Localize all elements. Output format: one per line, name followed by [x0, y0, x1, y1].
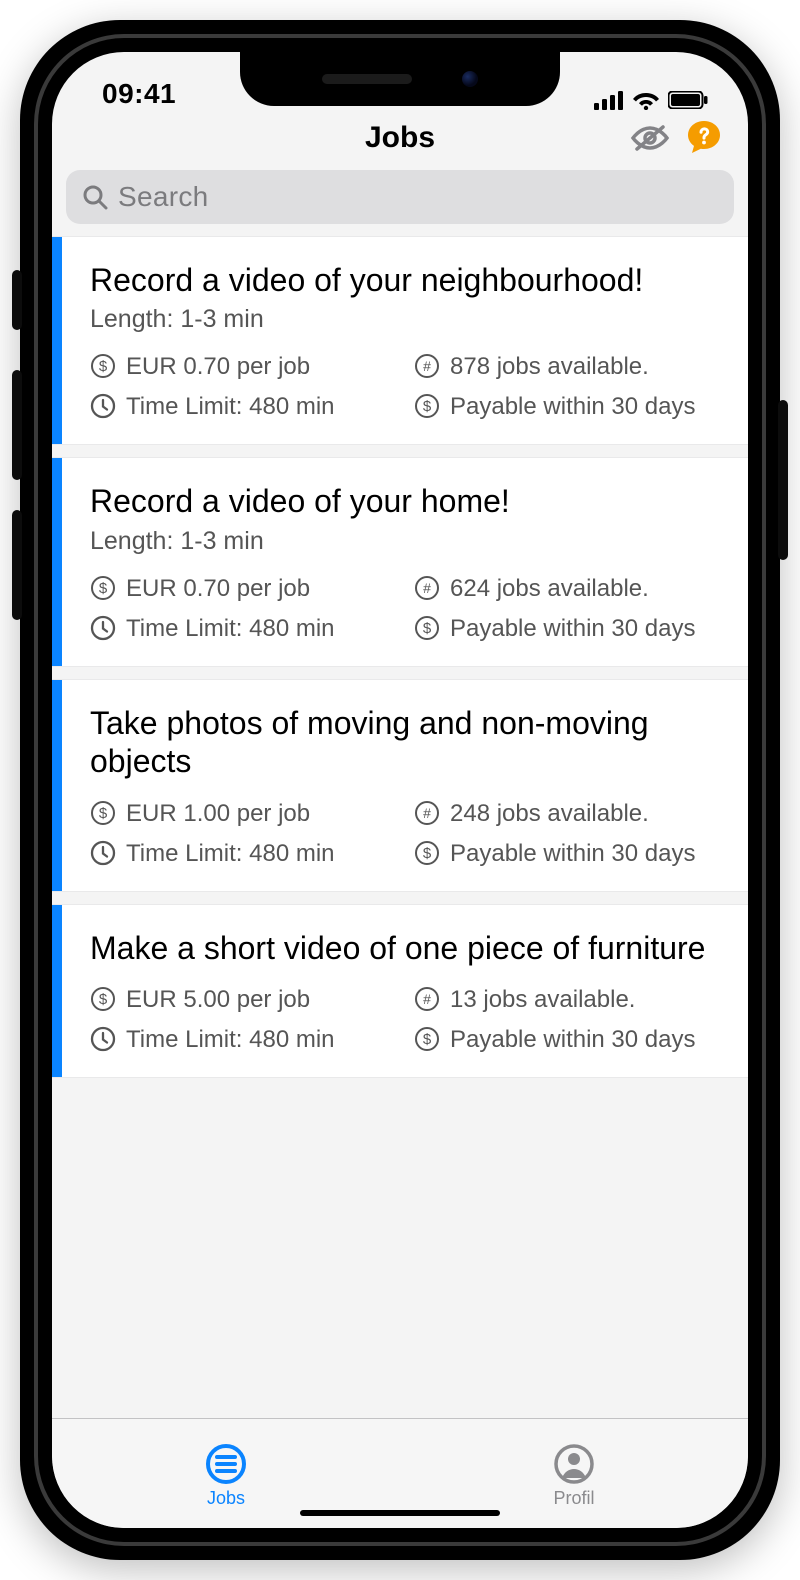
- search-input[interactable]: Search: [66, 170, 734, 224]
- card-accent-bar: [52, 905, 62, 1077]
- app-header: Jobs: [52, 112, 748, 164]
- job-timelimit: Time Limit: 480 min: [90, 614, 404, 644]
- job-card[interactable]: Record a video of your home! Length: 1-3…: [52, 457, 748, 666]
- job-card[interactable]: Make a short video of one piece of furni…: [52, 904, 748, 1078]
- hash-circle-icon: #: [414, 575, 440, 601]
- search-wrap: Search: [52, 164, 748, 236]
- card-accent-bar: [52, 680, 62, 891]
- svg-text:$: $: [99, 991, 108, 1008]
- clock-icon: [90, 1026, 116, 1052]
- svg-text:$: $: [423, 845, 432, 862]
- job-payable: $Payable within 30 days: [414, 614, 728, 644]
- job-subtitle: Length: 1-3 min: [90, 527, 728, 556]
- job-timelimit: Time Limit: 480 min: [90, 839, 404, 869]
- svg-text:$: $: [423, 620, 432, 637]
- eye-slash-icon: [630, 123, 670, 153]
- help-speech-icon: [685, 119, 723, 157]
- svg-text:$: $: [423, 1031, 432, 1048]
- dollar-circle-icon: $: [414, 1026, 440, 1052]
- tab-profile-label: Profil: [553, 1488, 594, 1509]
- job-title: Make a short video of one piece of furni…: [90, 929, 728, 967]
- job-timelimit: Time Limit: 480 min: [90, 1025, 404, 1055]
- job-payable: $Payable within 30 days: [414, 392, 728, 422]
- phone-frame: 09:41 Jobs: [20, 20, 780, 1560]
- svg-text:#: #: [423, 805, 431, 821]
- job-payable: $Payable within 30 days: [414, 839, 728, 869]
- job-title: Record a video of your neighbourhood!: [90, 261, 728, 299]
- svg-text:#: #: [423, 580, 431, 596]
- clock-icon: [90, 615, 116, 641]
- job-card[interactable]: Record a video of your neighbourhood! Le…: [52, 236, 748, 445]
- hash-circle-icon: #: [414, 986, 440, 1012]
- dollar-circle-icon: $: [90, 800, 116, 826]
- svg-text:#: #: [423, 358, 431, 374]
- job-timelimit: Time Limit: 480 min: [90, 392, 404, 422]
- job-title: Record a video of your home!: [90, 482, 728, 520]
- dollar-circle-icon: $: [414, 615, 440, 641]
- job-count: #878 jobs available.: [414, 352, 728, 382]
- svg-text:$: $: [423, 398, 432, 415]
- job-title: Take photos of moving and non-moving obj…: [90, 704, 728, 781]
- battery-icon: [668, 91, 708, 109]
- svg-text:$: $: [99, 580, 108, 597]
- speaker: [322, 74, 412, 84]
- search-icon: [82, 184, 108, 210]
- job-price: $EUR 1.00 per job: [90, 799, 404, 829]
- job-count: #13 jobs available.: [414, 985, 728, 1015]
- visibility-toggle-button[interactable]: [630, 118, 670, 158]
- job-card[interactable]: Take photos of moving and non-moving obj…: [52, 679, 748, 892]
- hash-circle-icon: #: [414, 800, 440, 826]
- profile-circle-icon: [552, 1442, 596, 1486]
- volume-down-button: [12, 510, 22, 620]
- wifi-icon: [632, 90, 660, 110]
- dollar-circle-icon: $: [414, 840, 440, 866]
- card-accent-bar: [52, 237, 62, 444]
- page-title: Jobs: [365, 121, 435, 155]
- svg-text:#: #: [423, 991, 431, 1007]
- job-payable: $Payable within 30 days: [414, 1025, 728, 1055]
- tab-jobs-label: Jobs: [207, 1488, 245, 1509]
- volume-up-button: [12, 370, 22, 480]
- front-camera: [462, 71, 478, 87]
- dollar-circle-icon: $: [90, 353, 116, 379]
- job-list[interactable]: Record a video of your neighbourhood! Le…: [52, 236, 748, 1418]
- search-placeholder: Search: [118, 181, 209, 213]
- dollar-circle-icon: $: [414, 393, 440, 419]
- dollar-circle-icon: $: [90, 986, 116, 1012]
- mute-switch: [12, 270, 22, 330]
- card-accent-bar: [52, 458, 62, 665]
- screen: 09:41 Jobs: [52, 52, 748, 1528]
- job-price: $EUR 0.70 per job: [90, 574, 404, 604]
- help-button[interactable]: [684, 118, 724, 158]
- notch: [240, 52, 560, 106]
- status-time: 09:41: [102, 78, 176, 110]
- job-count: #624 jobs available.: [414, 574, 728, 604]
- job-count: #248 jobs available.: [414, 799, 728, 829]
- power-button: [778, 400, 788, 560]
- clock-icon: [90, 393, 116, 419]
- cellular-signal-icon: [594, 90, 624, 110]
- hash-circle-icon: #: [414, 353, 440, 379]
- dollar-circle-icon: $: [90, 575, 116, 601]
- list-circle-icon: [204, 1442, 248, 1486]
- job-subtitle: Length: 1-3 min: [90, 305, 728, 334]
- job-price: $EUR 0.70 per job: [90, 352, 404, 382]
- home-indicator[interactable]: [300, 1510, 500, 1516]
- clock-icon: [90, 840, 116, 866]
- svg-text:$: $: [99, 358, 108, 375]
- svg-text:$: $: [99, 805, 108, 822]
- job-price: $EUR 5.00 per job: [90, 985, 404, 1015]
